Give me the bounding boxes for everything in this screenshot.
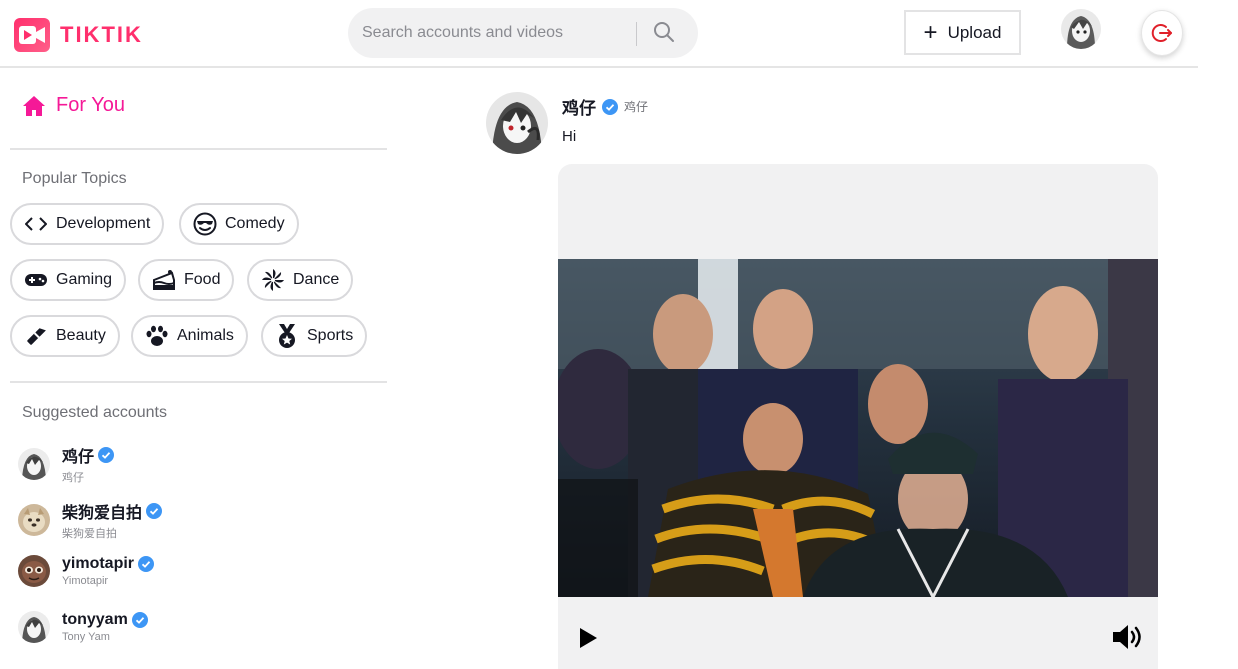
suggested-account[interactable]: 鸡仔 鸡仔 [18, 443, 115, 485]
post-author-handle: 鸡仔 [624, 100, 649, 114]
suggested-account[interactable]: 柴狗爱自拍 柴狗爱自拍 [18, 499, 163, 541]
account-name: yimotapir [62, 555, 135, 572]
avatar [18, 504, 50, 536]
search-divider [636, 22, 637, 46]
topic-comedy[interactable]: Comedy [179, 203, 299, 245]
nav-for-you-label: For You [56, 94, 125, 116]
verified-badge-icon [131, 612, 148, 628]
home-icon [23, 95, 45, 116]
upload-button[interactable]: + Upload [904, 10, 1021, 55]
topic-label: Food [184, 271, 221, 288]
app-logo[interactable]: TIKTIK [14, 18, 143, 52]
account-handle: 鸡仔 [62, 472, 84, 484]
logout-icon [1151, 24, 1172, 42]
search-button[interactable] [646, 18, 682, 48]
search-input[interactable] [362, 22, 622, 44]
post-caption: Hi [562, 128, 577, 145]
paw-icon [145, 324, 169, 348]
verified-badge-icon [602, 98, 618, 115]
topic-label: Animals [177, 327, 234, 344]
avatar [18, 555, 50, 587]
search-bar [348, 8, 698, 58]
logo-icon [14, 18, 50, 52]
account-handle: Yimotapir [62, 575, 109, 587]
user-avatar[interactable] [1061, 9, 1101, 49]
lipstick-icon [24, 324, 48, 348]
topic-label: Sports [307, 327, 354, 344]
app-name: TIKTIK [60, 22, 143, 47]
upload-label: Upload [947, 22, 1002, 42]
avatar [18, 448, 50, 480]
pinwheel-icon [261, 268, 285, 292]
suggested-account[interactable]: yimotapir Yimotapir [18, 555, 155, 587]
video-card [558, 164, 1158, 669]
verified-badge-icon [146, 503, 163, 519]
account-handle: Tony Yam [62, 631, 110, 643]
popular-topics-title: Popular Topics [22, 170, 127, 187]
topic-beauty[interactable]: Beauty [10, 315, 120, 357]
nav-for-you[interactable]: For You [22, 94, 125, 117]
suggested-account[interactable]: tonyyam Tony Yam [18, 611, 148, 643]
divider [10, 381, 387, 383]
account-name: tonyyam [62, 611, 128, 628]
post-header: 鸡仔 鸡仔 [562, 94, 648, 119]
topic-label: Dance [293, 271, 340, 288]
account-name: 鸡仔 [62, 449, 95, 466]
topic-dance[interactable]: Dance [247, 259, 354, 301]
play-icon [580, 628, 597, 648]
topic-label: Development [56, 215, 151, 232]
cake-icon [152, 268, 176, 292]
code-icon [24, 212, 48, 236]
verified-badge-icon [138, 556, 155, 572]
sunglasses-face-icon [193, 212, 217, 236]
logout-button[interactable] [1141, 10, 1183, 56]
post-author-avatar[interactable] [486, 92, 548, 154]
account-handle: 柴狗爱自拍 [62, 528, 117, 540]
search-icon [654, 21, 674, 42]
gamepad-icon [24, 268, 48, 292]
divider [10, 148, 387, 150]
post-author-name[interactable]: 鸡仔 [562, 94, 596, 119]
medal-icon [275, 324, 299, 348]
topic-gaming[interactable]: Gaming [10, 259, 127, 301]
topic-food[interactable]: Food [138, 259, 235, 301]
topic-label: Beauty [56, 327, 106, 344]
verified-badge-icon [98, 447, 115, 463]
topic-label: Gaming [56, 271, 113, 288]
video-player[interactable] [558, 259, 1158, 597]
top-header: TIKTIK + Upload [0, 0, 1198, 68]
play-button[interactable] [576, 626, 600, 650]
account-name: 柴狗爱自拍 [62, 505, 143, 522]
plus-icon: + [923, 18, 938, 46]
topic-sports[interactable]: Sports [261, 315, 368, 357]
topic-animals[interactable]: Animals [131, 315, 248, 357]
suggested-accounts-title: Suggested accounts [22, 404, 167, 421]
volume-icon [1113, 625, 1141, 649]
topic-development[interactable]: Development [10, 203, 165, 245]
volume-button[interactable] [1110, 622, 1146, 654]
topic-label: Comedy [225, 215, 285, 232]
avatar [18, 611, 50, 643]
